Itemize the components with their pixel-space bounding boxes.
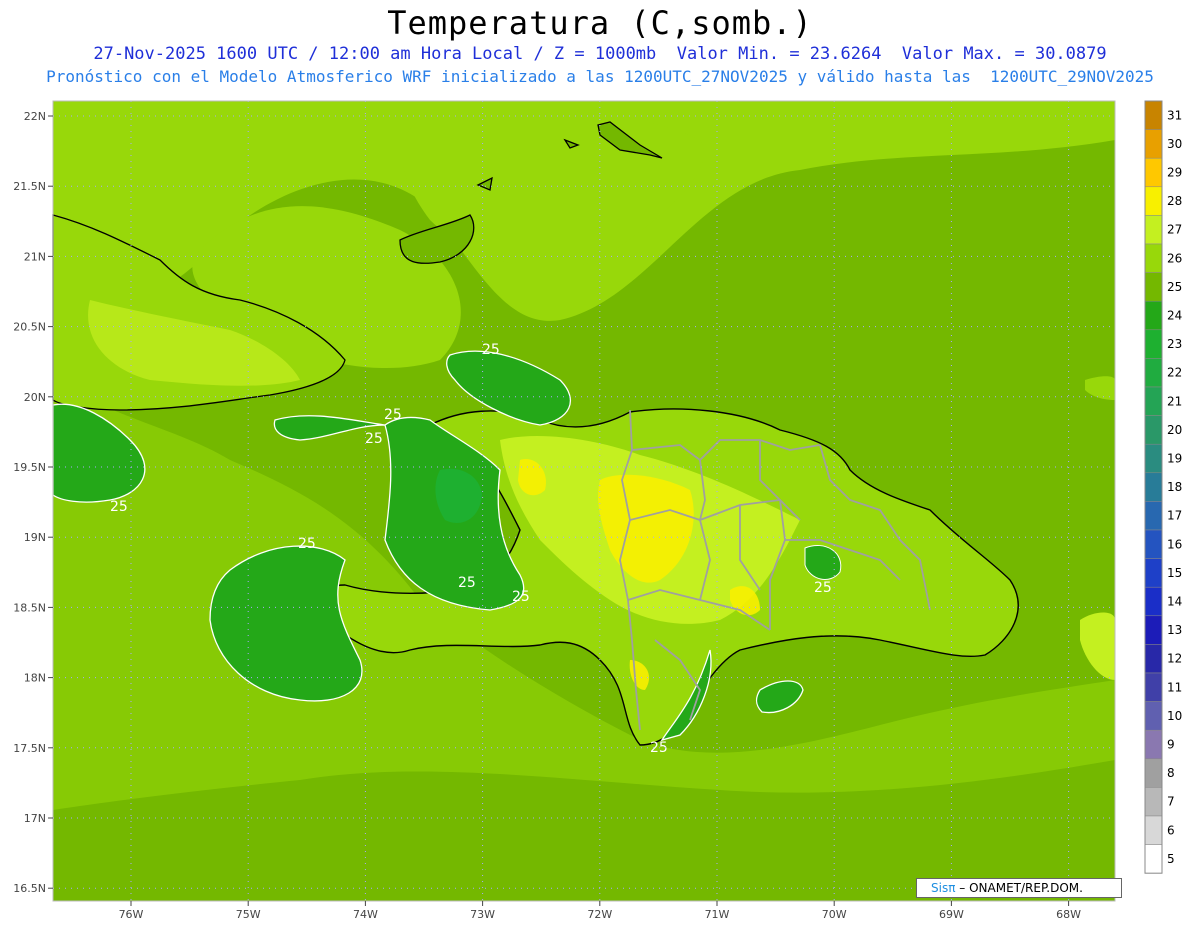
legend-value: 29 — [1167, 166, 1182, 180]
legend-swatch — [1144, 186, 1163, 216]
color-legend: 31 30 29 28 27 26 25 24 23 22 21 20 19 18 17 16 15 14 13 12… — [1144, 100, 1182, 874]
longitude-axis: 76W 75W 74W 73W 72W 71W 70W 69W 68W — [119, 901, 1081, 921]
legend-swatch — [1144, 129, 1163, 159]
legend-swatch — [1144, 215, 1163, 245]
legend-value: 26 — [1167, 251, 1182, 265]
lon-tick-label: 76W — [119, 908, 144, 921]
credit-text: – ONAMET/REP.DOM. — [959, 881, 1083, 895]
legend-value: 12 — [1167, 652, 1182, 666]
contour-label: 25 — [110, 499, 128, 515]
latitude-axis: 22N 21.5N 21N 20.5N 20N 19.5N 19N 18.5N 18N 17.5N… — [13, 110, 53, 895]
legend-value: 20 — [1167, 423, 1182, 437]
legend-swatch — [1144, 844, 1163, 874]
legend-value: 18 — [1167, 480, 1182, 494]
legend-value: 17 — [1167, 509, 1182, 523]
legend-value: 21 — [1167, 394, 1182, 408]
lon-tick-label: 69W — [939, 908, 964, 921]
legend-value: 24 — [1167, 309, 1182, 323]
legend-swatch — [1144, 615, 1163, 645]
contour-label: 25 — [512, 589, 530, 605]
lon-tick-label: 74W — [353, 908, 378, 921]
lat-tick-label: 21N — [24, 250, 46, 263]
contour-label: 25 — [365, 431, 383, 447]
legend-value: 28 — [1167, 194, 1182, 208]
legend-swatch — [1144, 644, 1163, 674]
legend-swatch — [1144, 300, 1163, 331]
legend-value: 11 — [1167, 680, 1182, 694]
legend-value: 27 — [1167, 223, 1182, 237]
legend-swatch — [1144, 272, 1163, 302]
lon-tick-label: 73W — [470, 908, 495, 921]
legend-value: 8 — [1167, 766, 1175, 780]
legend-swatch — [1144, 758, 1163, 788]
legend-swatch — [1144, 815, 1163, 845]
legend-swatch — [1144, 329, 1163, 359]
legend-value: 31 — [1167, 108, 1182, 122]
legend-swatch — [1144, 100, 1163, 130]
lon-tick-label: 68W — [1056, 908, 1081, 921]
legend-value: 13 — [1167, 623, 1182, 637]
legend-swatch — [1144, 157, 1163, 188]
legend-swatch — [1144, 558, 1163, 588]
credit-box: Sisπ – ONAMET/REP.DOM. — [916, 878, 1122, 898]
lat-tick-label: 20.5N — [13, 321, 46, 334]
legend-value: 5 — [1167, 852, 1175, 866]
contour-label: 25 — [814, 580, 832, 596]
legend-value: 14 — [1167, 595, 1182, 609]
lat-tick-label: 19N — [24, 531, 46, 544]
legend-value: 15 — [1167, 566, 1182, 580]
contour-label: 25 — [482, 342, 500, 358]
legend-value: 19 — [1167, 452, 1182, 466]
lat-tick-label: 18.5N — [13, 601, 46, 614]
legend-swatch — [1144, 672, 1163, 702]
legend-swatch — [1144, 472, 1163, 502]
lon-tick-label: 72W — [587, 908, 612, 921]
lon-tick-label: 75W — [236, 908, 261, 921]
legend-swatch — [1144, 729, 1163, 760]
temperature-map: 25 25 25 25 25 25 25 25 25 22N 21.5N 21N 20… — [13, 100, 1182, 921]
legend-value: 22 — [1167, 366, 1182, 380]
legend-swatch — [1144, 529, 1163, 559]
legend-value: 10 — [1167, 709, 1182, 723]
lat-tick-label: 17N — [24, 812, 46, 825]
legend-value: 6 — [1167, 823, 1175, 837]
contour-label: 25 — [298, 536, 316, 552]
legend-value: 25 — [1167, 280, 1182, 294]
lat-tick-label: 21.5N — [13, 180, 46, 193]
legend-value: 23 — [1167, 337, 1182, 351]
lat-tick-label: 20N — [24, 391, 46, 404]
contour-label: 25 — [384, 407, 402, 423]
legend-swatch — [1144, 501, 1163, 531]
legend-value: 9 — [1167, 738, 1175, 752]
lat-tick-label: 19.5N — [13, 461, 46, 474]
legend-value: 7 — [1167, 795, 1175, 809]
legend-swatch — [1144, 586, 1163, 617]
legend-swatch — [1144, 443, 1163, 474]
legend-value: 16 — [1167, 537, 1182, 551]
lat-tick-label: 17.5N — [13, 742, 46, 755]
legend-swatch — [1144, 787, 1163, 817]
legend-swatch — [1144, 243, 1163, 273]
lon-tick-label: 71W — [705, 908, 730, 921]
lon-tick-label: 70W — [822, 908, 847, 921]
lat-tick-label: 18N — [24, 672, 46, 685]
credit-brand: Sisπ — [931, 881, 956, 895]
legend-swatch — [1144, 701, 1163, 731]
legend-swatch — [1144, 386, 1163, 416]
lat-tick-label: 22N — [24, 110, 46, 123]
legend-swatch — [1144, 358, 1163, 388]
contour-label: 25 — [458, 575, 476, 591]
legend-value: 30 — [1167, 137, 1182, 151]
legend-swatch — [1144, 415, 1163, 445]
lat-tick-label: 16.5N — [13, 882, 46, 895]
